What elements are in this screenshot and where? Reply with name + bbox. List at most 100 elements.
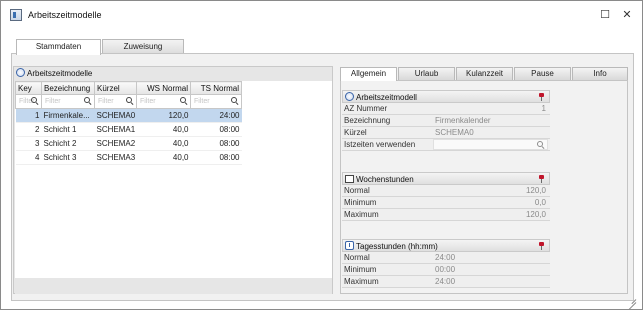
section-header: Tagesstunden (hh:mm): [342, 239, 550, 252]
tab-zuweisung[interactable]: Zuweisung: [102, 39, 184, 54]
istzeiten-lookup-field[interactable]: [433, 139, 548, 150]
column-header-ws-normal[interactable]: WS Normal: [136, 81, 191, 95]
cell-bezeichnung: Schicht 3: [41, 150, 95, 165]
table-row-selected[interactable]: 1 Firmenkale... SCHEMA0 120,0 24:00: [15, 108, 242, 123]
field-label: Bezeichnung: [344, 116, 391, 125]
collapse-circle-icon[interactable]: [16, 68, 25, 77]
cell-key: 1: [15, 108, 42, 123]
window-app-icon: [10, 9, 22, 21]
pin-icon[interactable]: [539, 242, 545, 250]
cell-bezeichnung: Firmenkale...: [41, 108, 95, 123]
cell-kuerzel: SCHEMA1: [94, 122, 137, 137]
tab-info[interactable]: Info: [572, 67, 628, 80]
cell-kuerzel: SCHEMA2: [94, 136, 137, 151]
cell-key: 3: [15, 136, 42, 151]
cell-ts-normal: 24:00: [190, 108, 242, 123]
cell-ws-normal: 40,0: [136, 150, 191, 165]
tab-label: Allgemein: [350, 69, 387, 78]
field-label: Minimum: [344, 265, 377, 274]
tab-kulanzzeit[interactable]: Kulanzzeit: [456, 67, 513, 80]
kuerzel-field[interactable]: SCHEMA0: [433, 127, 548, 138]
column-header-ts-normal[interactable]: TS Normal: [190, 81, 242, 95]
tag-minimum-field[interactable]: 00:00: [433, 264, 548, 275]
cell-kuerzel: SCHEMA0: [94, 108, 137, 123]
tag-normal-field[interactable]: 24:00: [433, 252, 548, 263]
search-icon[interactable]: [537, 141, 545, 149]
field-kuerzel: Kürzel SCHEMA0: [342, 127, 550, 139]
field-label: Istzeiten verwenden: [344, 140, 416, 149]
pin-icon[interactable]: [539, 93, 545, 101]
section-header: Wochenstunden: [342, 172, 550, 185]
search-icon[interactable]: [84, 97, 92, 105]
cell-ts-normal: 08:00: [190, 122, 242, 137]
field-tag-maximum: Maximum 24:00: [342, 276, 550, 288]
field-tag-normal: Normal 24:00: [342, 252, 550, 264]
search-icon[interactable]: [31, 97, 39, 105]
panel-header: Arbeitszeitmodelle: [16, 68, 92, 80]
table-row[interactable]: 2 Schicht 1 SCHEMA1 40,0 08:00: [15, 122, 242, 137]
tab-label: Pause: [531, 69, 554, 78]
field-label: AZ Nummer: [344, 104, 388, 113]
section-title: Arbeitszeitmodell: [356, 93, 417, 102]
tab-label: Urlaub: [414, 69, 439, 78]
table-row[interactable]: 3 Schicht 2 SCHEMA2 40,0 08:00: [15, 136, 242, 151]
resize-grip-icon[interactable]: [626, 293, 636, 303]
field-label: Kürzel: [344, 128, 367, 137]
section-wochenstunden: Wochenstunden Normal 120,0 Minimum 0,0 M…: [342, 172, 550, 221]
header-row: Key Bezeichnung Kürzel WS Normal TS Norm…: [15, 81, 242, 95]
tab-label: Kulanzzeit: [466, 69, 503, 78]
title-bar: Arbeitszeitmodelle ☐ ✕: [1, 1, 642, 33]
cell-ts-normal: 08:00: [190, 150, 242, 165]
book-icon: [345, 175, 354, 183]
field-bezeichnung: Bezeichnung Firmenkalender: [342, 115, 550, 127]
filter-kuerzel[interactable]: Filter: [94, 94, 137, 109]
section-title: Wochenstunden: [356, 175, 414, 184]
bezeichnung-field[interactable]: Firmenkalender: [433, 115, 548, 126]
filter-ts-normal[interactable]: Filter: [190, 94, 242, 109]
tab-allgemein[interactable]: Allgemein: [340, 67, 397, 81]
search-icon[interactable]: [126, 97, 134, 105]
section-title: Tagesstunden (hh:mm): [356, 242, 438, 251]
field-label: Normal: [344, 186, 370, 195]
models-table: Key Bezeichnung Kürzel WS Normal TS Norm…: [15, 81, 242, 165]
table-row[interactable]: 4 Schicht 3 SCHEMA3 40,0 08:00: [15, 150, 242, 165]
panel-title: Arbeitszeitmodelle: [27, 69, 93, 78]
field-woche-normal: Normal 120,0: [342, 185, 550, 197]
main-window: Arbeitszeitmodelle ☐ ✕ Stammdaten Zuweis…: [0, 0, 643, 310]
search-icon[interactable]: [231, 97, 239, 105]
tab-stammdaten[interactable]: Stammdaten: [16, 39, 101, 55]
arbeitszeitmodelle-panel: Arbeitszeitmodelle Key Bezeichnung Kürze…: [13, 66, 333, 294]
field-label: Normal: [344, 253, 370, 262]
field-woche-maximum: Maximum 120,0: [342, 209, 550, 221]
tab-urlaub[interactable]: Urlaub: [398, 67, 455, 80]
woche-normal-field[interactable]: 120,0: [433, 185, 548, 196]
section-arbeitszeitmodell: Arbeitszeitmodell AZ Nummer 1 Bezeichnun…: [342, 90, 550, 151]
field-label: Minimum: [344, 198, 377, 207]
tab-pause[interactable]: Pause: [514, 67, 571, 80]
tag-maximum-field[interactable]: 24:00: [433, 276, 548, 287]
column-header-key[interactable]: Key: [15, 81, 42, 95]
tab-label: Info: [593, 69, 607, 78]
collapse-circle-icon[interactable]: [345, 92, 354, 101]
cell-kuerzel: SCHEMA3: [94, 150, 137, 165]
pin-icon[interactable]: [539, 175, 545, 183]
field-woche-minimum: Minimum 0,0: [342, 197, 550, 209]
woche-minimum-field[interactable]: 0,0: [433, 197, 548, 208]
maximize-icon[interactable]: ☐: [597, 7, 613, 23]
woche-maximum-field[interactable]: 120,0: [433, 209, 548, 220]
close-icon[interactable]: ✕: [619, 7, 635, 23]
filter-bezeichnung[interactable]: Filter: [41, 94, 95, 109]
filter-row: Filter Filter Filter Filter Filter: [15, 94, 242, 109]
window-title: Arbeitszeitmodelle: [28, 10, 102, 20]
cell-ts-normal: 08:00: [190, 136, 242, 151]
cell-key: 2: [15, 122, 42, 137]
tab-label: Stammdaten: [35, 42, 82, 51]
tab-label: Zuweisung: [123, 42, 163, 51]
search-icon[interactable]: [180, 97, 188, 105]
column-header-bezeichnung[interactable]: Bezeichnung: [41, 81, 95, 95]
field-label: Maximum: [344, 210, 379, 219]
az-nummer-value: 1: [541, 104, 546, 113]
column-header-kuerzel[interactable]: Kürzel: [94, 81, 137, 95]
filter-ws-normal[interactable]: Filter: [136, 94, 191, 109]
filter-key[interactable]: Filter: [15, 94, 42, 109]
